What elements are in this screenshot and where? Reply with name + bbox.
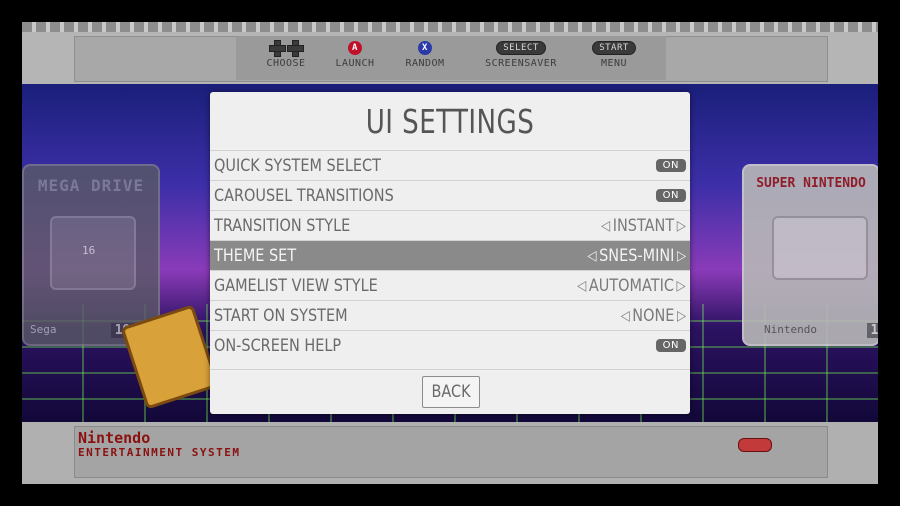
toggle-switch[interactable]: ON [655,339,686,352]
option-value: NONE [632,305,675,326]
help-label: CHOOSE [266,58,306,69]
bottom-console-bar: Nintendo ENTERTAINMENT SYSTEM [22,422,878,484]
brand-line-2: ENTERTAINMENT SYSTEM [78,446,241,459]
system-card-super-nintendo[interactable]: SUPER NINTENDO Nintendo 199 [742,164,878,346]
vent-strip [22,22,878,32]
arrow-right-icon[interactable]: ▷ [677,248,686,264]
brand-line-1: Nintendo [78,429,151,447]
dpad-icon [269,40,286,57]
arrow-right-icon[interactable]: ▷ [677,218,686,234]
select-button-icon: SELECT [496,41,546,55]
option-selector[interactable]: ◁ INSTANT ▷ [601,216,686,236]
back-button-label: BACK [431,382,471,402]
dpad-icon [287,40,304,57]
setting-row-on-screen-help[interactable]: ON-SCREEN HELP ON [210,330,690,360]
setting-row-transition-style[interactable]: TRANSITION STYLE ◁ INSTANT ▷ [210,210,690,240]
setting-row-quick-system-select[interactable]: QUICK SYSTEM SELECT ON [210,150,690,180]
dialog-title: UI SETTINGS [365,102,535,141]
setting-label: GAMELIST VIEW STYLE [214,275,378,296]
dialog-footer: BACK [210,369,690,415]
help-label: SCREENSAVER [485,58,557,69]
help-choose: CHOOSE [258,40,314,69]
help-label: LAUNCH [335,58,375,69]
help-menu: START MENU [586,40,642,69]
option-value: INSTANT [612,215,675,236]
setting-row-theme-set[interactable]: THEME SET ◁ SNES-MINI ▷ [210,240,690,270]
setting-row-gamelist-view-style[interactable]: GAMELIST VIEW STYLE ◁ AUTOMATIC ▷ [210,270,690,300]
option-selector[interactable]: ◁ NONE ▷ [620,306,686,326]
console-badge: 16 [82,244,96,257]
console-image: 16 [50,216,136,290]
toggle-switch[interactable]: ON [655,189,686,202]
setting-label: CAROUSEL TRANSITIONS [214,185,394,206]
help-launch: A RANDOM LAUNCH [328,40,382,69]
console-image [772,216,868,280]
system-logo: MEGA DRIVE [37,176,145,195]
toggle-switch[interactable]: ON [655,159,686,172]
a-button-icon: A [348,41,362,55]
ui-settings-dialog: UI SETTINGS QUICK SYSTEM SELECT ON CAROU… [210,92,690,414]
help-screensaver: SELECT SCREENSAVER [474,40,568,69]
system-logo: SUPER NINTENDO [756,176,866,191]
option-value: SNES-MINI [598,245,675,266]
system-year: 199 [866,323,878,338]
system-maker: Nintendo [764,323,817,336]
settings-list: QUICK SYSTEM SELECT ON CAROUSEL TRANSITI… [210,150,690,360]
top-console-bar: CHOOSE A RANDOM LAUNCH X RANDOM SELECT S… [22,22,878,84]
arrow-left-icon[interactable]: ◁ [577,278,586,294]
system-brand-logo: Nintendo ENTERTAINMENT SYSTEM [78,430,240,459]
arrow-left-icon[interactable]: ◁ [620,308,629,324]
start-button-icon: START [592,41,636,55]
system-card-mega-drive[interactable]: MEGA DRIVE 16 Sega 1988 [22,164,160,346]
setting-label: START ON SYSTEM [214,305,348,326]
help-label: MENU [600,58,628,69]
arrow-left-icon[interactable]: ◁ [587,248,596,264]
help-bar: CHOOSE A RANDOM LAUNCH X RANDOM SELECT S… [236,36,666,80]
help-random: X RANDOM [396,40,454,69]
setting-label: ON-SCREEN HELP [214,335,342,356]
setting-label: QUICK SYSTEM SELECT [214,155,381,176]
x-button-icon: X [418,41,432,55]
back-button[interactable]: BACK [422,376,480,408]
setting-row-carousel-transitions[interactable]: CAROUSEL TRANSITIONS ON [210,180,690,210]
system-maker: Sega [30,323,57,336]
arrow-right-icon[interactable]: ▷ [677,278,686,294]
option-value: AUTOMATIC [589,275,675,296]
option-selector[interactable]: ◁ SNES-MINI ▷ [587,246,686,266]
help-label: RANDOM [405,58,445,69]
option-selector[interactable]: ◁ AUTOMATIC ▷ [577,276,686,296]
setting-label: THEME SET [214,245,297,266]
arrow-left-icon[interactable]: ◁ [601,218,610,234]
setting-label: TRANSITION STYLE [214,215,351,236]
power-led-icon [738,438,772,452]
setting-row-start-on-system[interactable]: START ON SYSTEM ◁ NONE ▷ [210,300,690,330]
arrow-right-icon[interactable]: ▷ [677,308,686,324]
